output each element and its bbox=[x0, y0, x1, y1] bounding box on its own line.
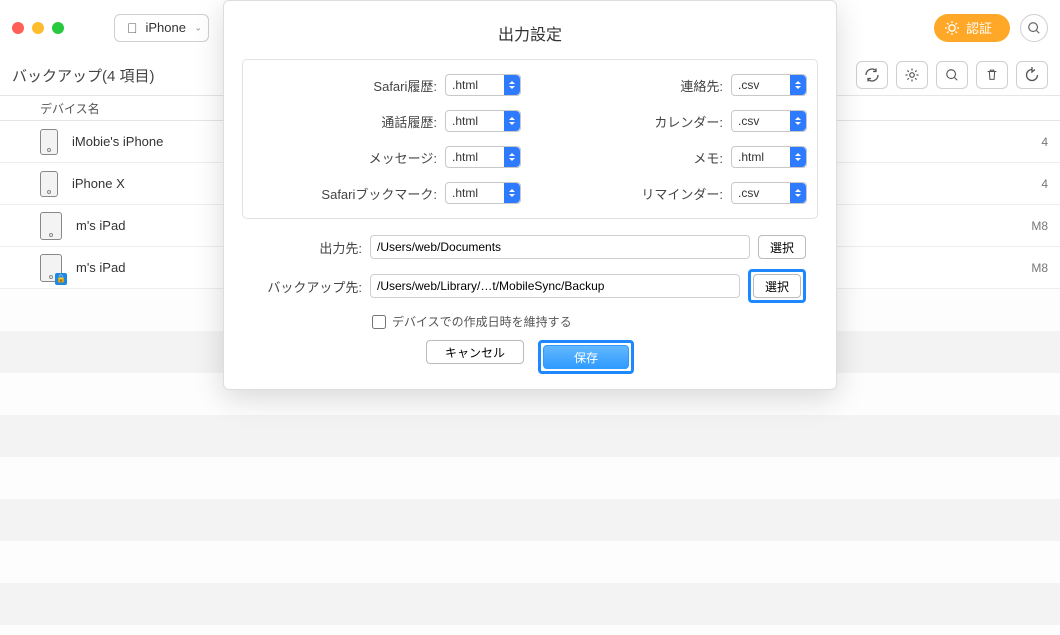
save-button[interactable]: 保存 bbox=[543, 345, 629, 369]
format-select[interactable]: .html bbox=[445, 182, 521, 204]
auth-button-label: 認証 bbox=[966, 18, 992, 37]
choose-output-button[interactable]: 選択 bbox=[758, 235, 806, 259]
format-select-value: .csv bbox=[738, 186, 759, 200]
format-select[interactable]: .csv bbox=[731, 74, 807, 96]
stepper-icon bbox=[504, 75, 520, 95]
iphone-icon bbox=[40, 129, 58, 155]
device-name: m's iPad bbox=[76, 218, 125, 233]
ipad-icon: 🔒 bbox=[40, 254, 62, 282]
gear-icon bbox=[904, 67, 920, 83]
auth-button[interactable]: 認証 bbox=[934, 14, 1010, 42]
delete-button[interactable] bbox=[976, 61, 1008, 89]
dialog-actions: キャンセル 保存 bbox=[254, 340, 806, 374]
lock-badge-icon: 🔒 bbox=[55, 273, 67, 285]
chevron-down-icon: ⌄ bbox=[194, 22, 202, 33]
format-label: カレンダー: bbox=[654, 112, 723, 131]
device-dropdown[interactable]:  iPhone ⌄ bbox=[114, 14, 209, 42]
highlight-save: 保存 bbox=[538, 340, 634, 374]
device-name: iMobie's iPhone bbox=[72, 134, 163, 149]
format-select-value: .csv bbox=[738, 114, 759, 128]
format-field: Safariブックマーク: .html bbox=[253, 182, 521, 204]
format-select-value: .html bbox=[452, 150, 478, 164]
format-select[interactable]: .html bbox=[445, 110, 521, 132]
col-device-name: デバイス名 bbox=[40, 100, 100, 117]
format-field: カレンダー: .csv bbox=[539, 110, 807, 132]
format-field: メッセージ: .html bbox=[253, 146, 521, 168]
format-select[interactable]: .html bbox=[731, 146, 807, 168]
restore-button[interactable] bbox=[1016, 61, 1048, 89]
path-area: 出力先: 選択 バックアップ先: 選択 デバイスでの作成日時を維持する キャンセ… bbox=[224, 233, 836, 374]
format-select[interactable]: .csv bbox=[731, 110, 807, 132]
stepper-icon bbox=[504, 183, 520, 203]
format-field: Safari履歴: .html bbox=[253, 74, 521, 96]
stepper-icon bbox=[504, 111, 520, 131]
format-card: Safari履歴: .html 連絡先: .csv 通話履歴: .html カレンダー: .c… bbox=[242, 59, 818, 219]
choose-backup-button[interactable]: 選択 bbox=[753, 274, 801, 298]
device-trailing-text: 4 bbox=[1041, 135, 1048, 149]
minimize-icon[interactable] bbox=[32, 22, 44, 34]
format-select[interactable]: .html bbox=[445, 146, 521, 168]
format-select[interactable]: .html bbox=[445, 74, 521, 96]
device-trailing-text: M8 bbox=[1031, 219, 1048, 233]
keep-date-row: デバイスでの作成日時を維持する bbox=[254, 313, 806, 330]
stepper-icon bbox=[790, 147, 806, 167]
format-label: リマインダー: bbox=[641, 184, 723, 203]
format-select-value: .html bbox=[452, 78, 478, 92]
format-select[interactable]: .csv bbox=[731, 182, 807, 204]
device-dropdown-label: iPhone bbox=[146, 20, 186, 35]
format-field: リマインダー: .csv bbox=[539, 182, 807, 204]
device-trailing-text: 4 bbox=[1041, 177, 1048, 191]
format-label: Safari履歴: bbox=[373, 76, 437, 95]
device-name: iPhone X bbox=[72, 176, 125, 191]
format-select-value: .html bbox=[452, 186, 478, 200]
format-label: メッセージ: bbox=[369, 148, 437, 167]
close-icon[interactable] bbox=[12, 22, 24, 34]
undo-icon bbox=[1024, 67, 1040, 83]
fullscreen-icon[interactable] bbox=[52, 22, 64, 34]
search-button[interactable] bbox=[936, 61, 968, 89]
global-search-button[interactable] bbox=[1020, 14, 1048, 42]
trash-icon bbox=[985, 68, 999, 82]
format-field: 通話履歴: .html bbox=[253, 110, 521, 132]
format-select-value: .html bbox=[452, 114, 478, 128]
format-label: メモ: bbox=[693, 148, 723, 167]
stepper-icon bbox=[790, 111, 806, 131]
keep-date-label: デバイスでの作成日時を維持する bbox=[392, 313, 572, 330]
format-select-value: .csv bbox=[738, 78, 759, 92]
output-path-label: 出力先: bbox=[254, 238, 362, 257]
settings-button[interactable] bbox=[896, 61, 928, 89]
stepper-icon bbox=[790, 183, 806, 203]
search-icon bbox=[1027, 21, 1041, 35]
dialog-title: 出力設定 bbox=[224, 1, 836, 59]
refresh-icon bbox=[864, 67, 880, 83]
search-icon bbox=[945, 68, 959, 82]
apple-logo-icon:  bbox=[127, 20, 138, 36]
device-trailing-text: M8 bbox=[1031, 261, 1048, 275]
traffic-lights bbox=[12, 22, 64, 34]
keep-date-checkbox[interactable] bbox=[372, 315, 386, 329]
iphone-icon bbox=[40, 171, 58, 197]
device-name: m's iPad bbox=[76, 260, 125, 275]
page-title: バックアップ(4 項目) bbox=[12, 65, 155, 86]
ipad-icon bbox=[40, 212, 62, 240]
format-field: メモ: .html bbox=[539, 146, 807, 168]
format-select-value: .html bbox=[738, 150, 764, 164]
output-path-input[interactable] bbox=[370, 235, 750, 259]
refresh-button[interactable] bbox=[856, 61, 888, 89]
backup-path-label: バックアップ先: bbox=[254, 277, 362, 296]
format-label: 連絡先: bbox=[680, 76, 723, 95]
cancel-button[interactable]: キャンセル bbox=[426, 340, 524, 364]
stepper-icon bbox=[504, 147, 520, 167]
backup-path-row: バックアップ先: 選択 bbox=[254, 269, 806, 303]
stepper-icon bbox=[790, 75, 806, 95]
output-settings-dialog: 出力設定 Safari履歴: .html 連絡先: .csv 通話履歴: .html カレン… bbox=[223, 0, 837, 390]
output-path-row: 出力先: 選択 bbox=[254, 235, 806, 259]
sun-icon bbox=[944, 20, 960, 36]
format-label: 通話履歴: bbox=[381, 112, 437, 131]
highlight-backup-choose: 選択 bbox=[748, 269, 806, 303]
format-field: 連絡先: .csv bbox=[539, 74, 807, 96]
format-label: Safariブックマーク: bbox=[321, 184, 437, 203]
backup-path-input[interactable] bbox=[370, 274, 740, 298]
